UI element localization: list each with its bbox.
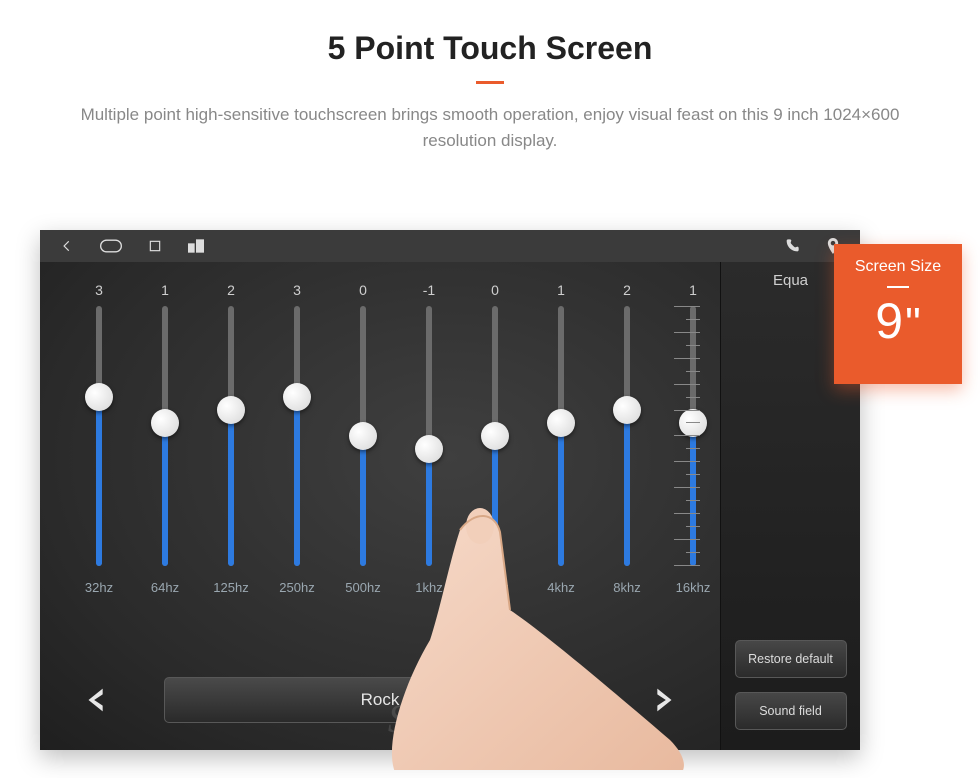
eq-slider-value: -1 [423,282,435,300]
sound-field-button[interactable]: Sound field [735,692,847,730]
eq-slider[interactable]: -1 1khz [400,282,458,595]
eq-slider-track[interactable] [426,306,432,566]
eq-slider-fill [294,397,300,566]
preset-prev-button[interactable] [70,673,124,727]
eq-slider-track[interactable] [360,306,366,566]
badge-divider [887,286,909,288]
screen-size-badge: Screen Size 9" [834,244,962,384]
eq-slider-track[interactable] [96,306,102,566]
eq-slider-freq-label: 32hz [85,580,113,595]
eq-slider[interactable]: 1 4khz [532,282,590,595]
eq-slider[interactable]: 0 500hz [334,282,392,595]
eq-slider-fill [624,410,630,566]
page-title: 5 Point Touch Screen [0,30,980,67]
eq-slider[interactable]: 3 32hz [70,282,128,595]
eq-slider-thumb[interactable] [613,396,641,424]
eq-slider-track[interactable] [162,306,168,566]
preset-next-button[interactable] [636,673,690,727]
eq-slider-thumb[interactable] [85,383,113,411]
eq-slider-freq-label: 500hz [345,580,380,595]
eq-slider-thumb[interactable] [217,396,245,424]
eq-slider-thumb[interactable] [547,409,575,437]
eq-mode-label: Equa [773,272,808,289]
eq-slider-freq-label: 64hz [151,580,179,595]
save-icon[interactable] [188,239,204,253]
eq-slider-thumb[interactable] [151,409,179,437]
eq-slider-track[interactable] [558,306,564,566]
eq-slider-thumb[interactable] [349,422,377,450]
back-icon[interactable] [60,239,74,253]
eq-slider[interactable]: 0 2khz [466,282,524,595]
eq-slider-fill [492,436,498,566]
eq-slider-value: 2 [623,282,631,300]
eq-slider-track[interactable] [492,306,498,566]
equalizer-panel: 3 32hz 1 64hz 2 125hz 3 250hz 0 500hz -1 1khz 0 2khz 1… [40,262,860,750]
eq-slider-value: 3 [95,282,103,300]
badge-value: 9" [875,296,920,346]
eq-slider-freq-label: 125hz [213,580,248,595]
eq-slider-value: 1 [161,282,169,300]
eq-slider-fill [426,449,432,566]
eq-slider-freq-label: 8khz [613,580,640,595]
eq-slider-freq-label: 4khz [547,580,574,595]
restore-default-button[interactable]: Restore default [735,640,847,678]
preset-selector: Rock [70,670,690,730]
eq-sliders: 3 32hz 1 64hz 2 125hz 3 250hz 0 500hz -1 1khz 0 2khz 1… [70,282,722,595]
eq-slider-value: 0 [491,282,499,300]
eq-slider-thumb[interactable] [481,422,509,450]
android-status-bar [40,230,860,262]
eq-slider-value: 1 [689,282,697,300]
eq-slider-freq-label: 2khz [481,580,508,595]
eq-slider[interactable]: 1 64hz [136,282,194,595]
eq-slider-track[interactable] [294,306,300,566]
preset-name-display[interactable]: Rock [164,677,596,723]
eq-slider-track[interactable] [624,306,630,566]
title-divider [476,81,504,84]
eq-slider-fill [162,423,168,566]
eq-slider-fill [360,436,366,566]
eq-slider-freq-label: 16khz [676,580,711,595]
eq-slider-fill [558,423,564,566]
eq-slider-value: 0 [359,282,367,300]
page-subtitle: Multiple point high-sensitive touchscree… [60,102,920,153]
eq-slider-value: 1 [557,282,565,300]
eq-slider-fill [228,410,234,566]
eq-slider-fill [96,397,102,566]
badge-title: Screen Size [855,258,941,276]
eq-slider-value: 3 [293,282,301,300]
eq-slider[interactable]: 3 250hz [268,282,326,595]
eq-slider-track[interactable] [228,306,234,566]
eq-slider-thumb[interactable] [283,383,311,411]
device-screenshot: 3 32hz 1 64hz 2 125hz 3 250hz 0 500hz -1 1khz 0 2khz 1… [40,230,860,750]
eq-scale-ruler [674,306,700,566]
recent-icon[interactable] [148,239,162,253]
phone-icon[interactable] [784,238,800,254]
eq-slider-freq-label: 1khz [415,580,442,595]
eq-slider-value: 2 [227,282,235,300]
eq-slider[interactable]: 2 125hz [202,282,260,595]
eq-slider[interactable]: 2 8khz [598,282,656,595]
eq-slider-freq-label: 250hz [279,580,314,595]
eq-slider-thumb[interactable] [415,435,443,463]
home-icon[interactable] [100,239,122,253]
